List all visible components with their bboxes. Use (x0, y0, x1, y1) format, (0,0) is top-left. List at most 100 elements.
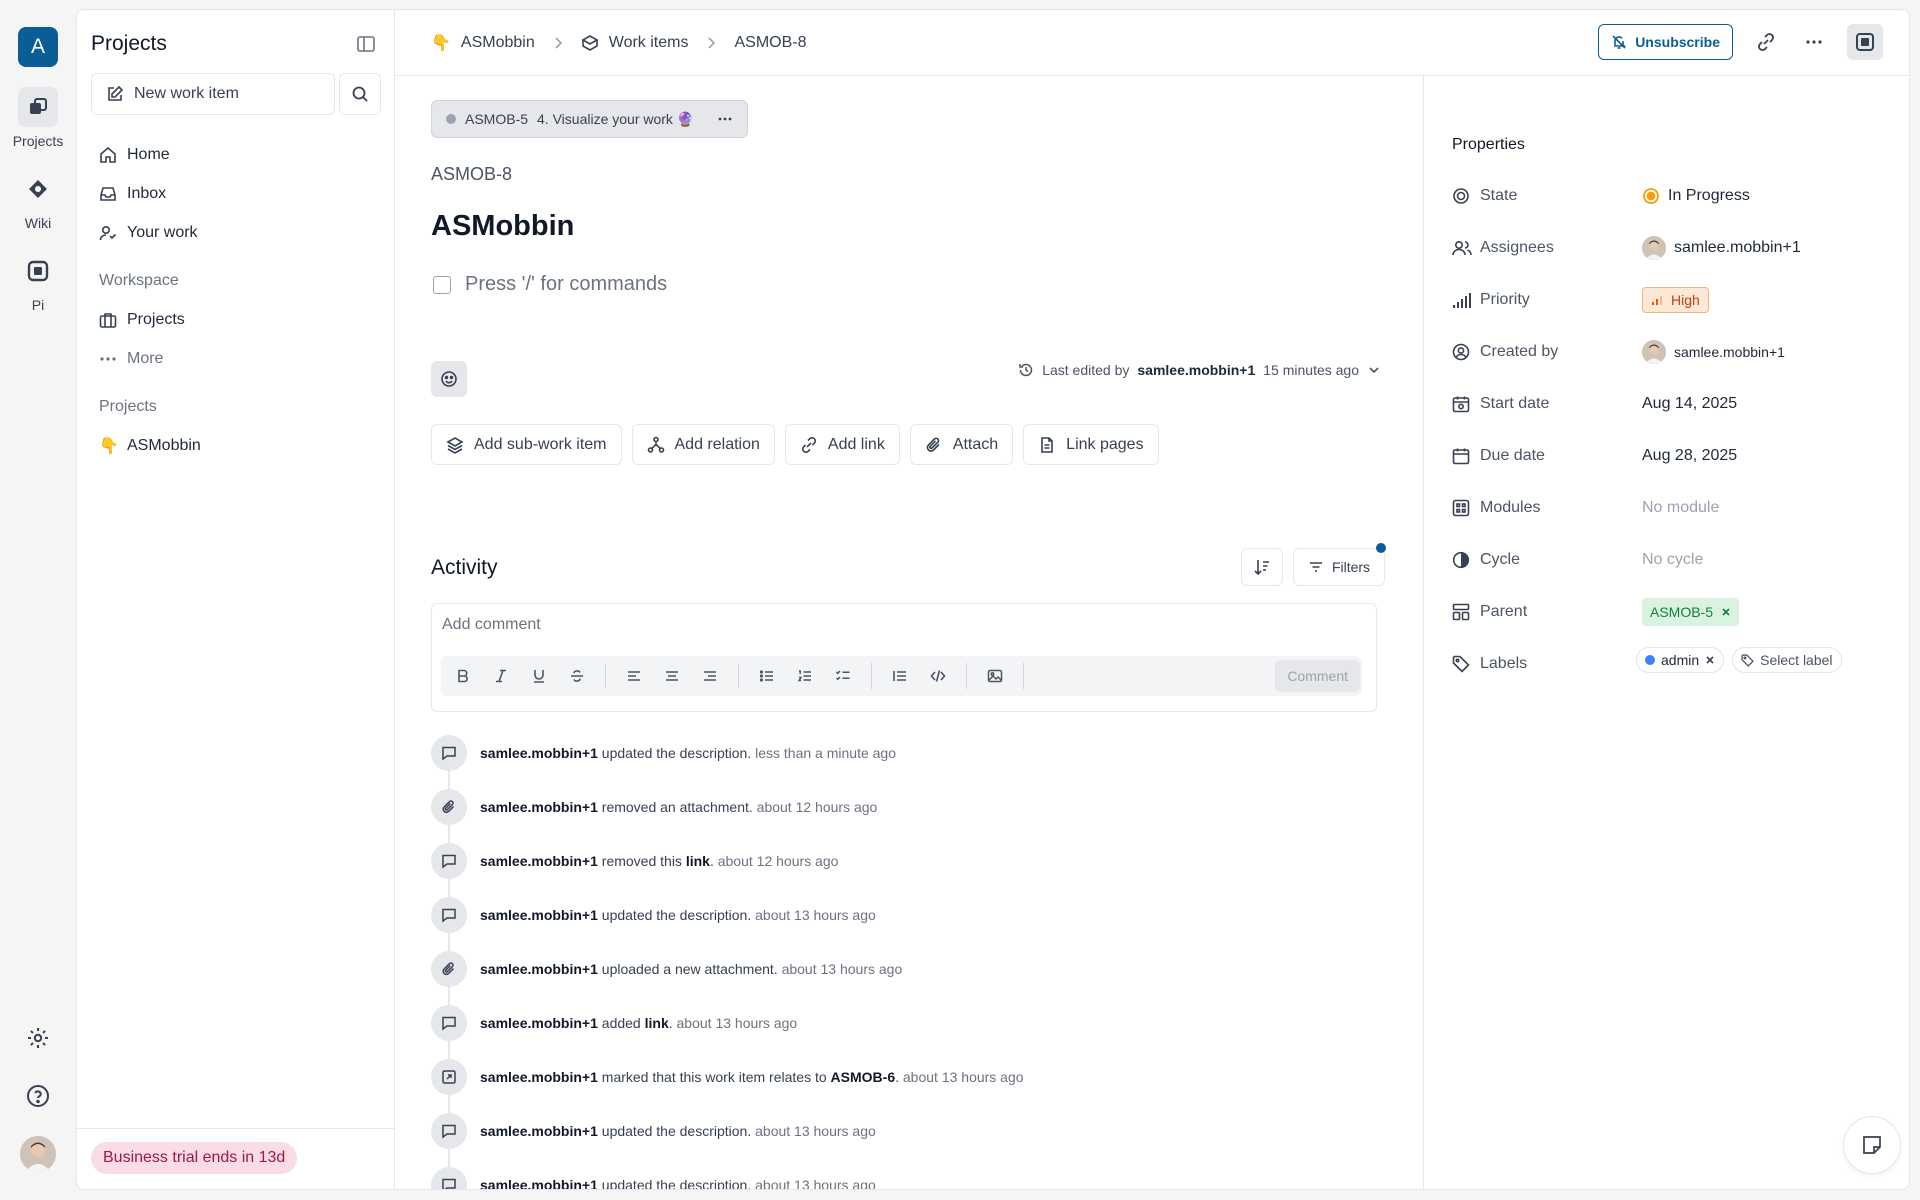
numbered-list-icon[interactable] (795, 666, 815, 686)
copy-link-icon[interactable] (1751, 27, 1781, 57)
help-icon[interactable] (20, 1078, 56, 1114)
comment-icon (431, 735, 467, 771)
activity-user[interactable]: samlee.mobbin+1 (480, 799, 598, 815)
comment-editor[interactable]: Add comment Comment (431, 603, 1377, 712)
sidebar-item-home[interactable]: Home (99, 135, 379, 174)
project-emoji: 👇 (99, 437, 119, 455)
sort-order-button[interactable] (1241, 548, 1283, 586)
parent-label: Parent (1480, 603, 1528, 620)
sidebar-item-inbox[interactable]: Inbox (99, 174, 379, 213)
projects-icon (18, 87, 58, 127)
code-icon[interactable] (928, 666, 948, 686)
sidebar-search-button[interactable] (339, 73, 381, 115)
work-item-title[interactable]: ASMobbin (431, 210, 574, 243)
close-icon[interactable] (1721, 607, 1731, 617)
unsubscribe-button[interactable]: Unsubscribe (1598, 24, 1733, 60)
sidebar-item-your-work[interactable]: Your work (99, 213, 379, 252)
rail-item-label: Wiki (24, 215, 52, 231)
image-icon[interactable] (985, 666, 1005, 686)
description-editor[interactable]: Press '/' for commands (433, 273, 667, 296)
label-chip-admin[interactable]: admin (1636, 647, 1725, 673)
top-bar-actions: Unsubscribe (1598, 24, 1883, 60)
filters-active-dot (1376, 543, 1386, 553)
filter-icon (1308, 559, 1324, 575)
rail-item-wiki[interactable]: Wiki (8, 169, 68, 231)
activity-user[interactable]: samlee.mobbin+1 (480, 907, 598, 923)
cycle-dropdown[interactable]: No cycle (1642, 551, 1703, 569)
underline-icon[interactable] (529, 666, 549, 686)
new-work-item-button[interactable]: New work item (91, 73, 335, 115)
add-reaction-button[interactable] (431, 361, 467, 397)
close-icon[interactable] (1705, 655, 1715, 665)
activity-user[interactable]: samlee.mobbin+1 (480, 1069, 598, 1085)
filters-button[interactable]: Filters (1293, 543, 1386, 586)
link-pages-button[interactable]: Link pages (1023, 424, 1159, 465)
align-right-icon[interactable] (700, 666, 720, 686)
activity-user[interactable]: samlee.mobbin+1 (480, 1177, 598, 1189)
property-created-by: Created by samlee.mobbin+1 (1452, 332, 1892, 372)
chevron-right-icon (553, 36, 563, 50)
parent-tag[interactable]: ASMOB-5 (1642, 598, 1740, 626)
workspace-avatar[interactable]: A (18, 27, 58, 67)
activity-timeline: samlee.mobbin+1 updated the description.… (431, 726, 1377, 1190)
activity-action: updated the description. (601, 1177, 752, 1190)
parent-work-item-chip[interactable]: ASMOB-5 4. Visualize your work 🔮 (431, 100, 749, 138)
toolbar-group-block (890, 663, 967, 689)
activity-tail: . (895, 1069, 899, 1085)
bold-icon[interactable] (453, 666, 473, 686)
select-label-button[interactable]: Select label (1732, 647, 1842, 673)
calendar-clock-icon (1452, 395, 1472, 413)
sidebar-item-more[interactable]: More (99, 339, 379, 378)
align-center-icon[interactable] (662, 666, 682, 686)
last-edited-info[interactable]: Last edited by samlee.mobbin+1 15 minute… (1018, 362, 1381, 378)
activity-ref[interactable]: link (645, 1015, 669, 1031)
more-options-icon[interactable] (1799, 27, 1829, 57)
activity-action: updated the description. (601, 1123, 752, 1139)
assignees-dropdown[interactable]: samlee.mobbin+1 (1642, 236, 1801, 260)
activity-text: samlee.mobbin+1 updated the description.… (480, 1123, 876, 1139)
activity-user[interactable]: samlee.mobbin+1 (480, 961, 598, 977)
toggle-panel-icon[interactable] (1847, 24, 1883, 60)
sticky-note-button[interactable] (1843, 1116, 1901, 1174)
activity-ref[interactable]: ASMOB-6 (831, 1069, 896, 1085)
rail-item-projects[interactable]: Projects (8, 87, 68, 149)
activity-ref[interactable]: link (686, 853, 710, 869)
sidebar-item-project-asmobbin[interactable]: 👇 ASMobbin (99, 426, 379, 465)
italic-icon[interactable] (491, 666, 511, 686)
add-sub-work-item-button[interactable]: Add sub-work item (431, 424, 622, 465)
projects-sidebar: Projects New work item Home Inbox Your w (77, 10, 395, 1189)
add-relation-button[interactable]: Add relation (631, 424, 775, 465)
settings-icon[interactable] (20, 1020, 56, 1056)
state-dropdown[interactable]: In Progress (1642, 187, 1750, 205)
breadcrumb-project[interactable]: 👇 ASMobbin (431, 33, 535, 53)
strikethrough-icon[interactable] (567, 666, 587, 686)
bullet-list-icon[interactable] (757, 666, 777, 686)
property-start-date: Start date Aug 14, 2025 (1452, 384, 1892, 424)
sidebar-item-workspace-projects[interactable]: Projects (99, 300, 379, 339)
user-avatar[interactable] (20, 1136, 56, 1172)
more-dots-icon (99, 350, 117, 368)
modules-dropdown[interactable]: No module (1642, 499, 1719, 517)
checklist-icon[interactable] (833, 666, 853, 686)
signal-bars-icon (1452, 291, 1472, 309)
activity-user[interactable]: samlee.mobbin+1 (480, 1015, 598, 1031)
activity-user[interactable]: samlee.mobbin+1 (480, 745, 598, 761)
trial-badge[interactable]: Business trial ends in 13d (91, 1142, 298, 1174)
quote-icon[interactable] (890, 666, 910, 686)
add-link-button[interactable]: Add link (784, 424, 900, 465)
breadcrumb-work-items[interactable]: Work items (581, 34, 688, 52)
due-date-picker[interactable]: Aug 28, 2025 (1642, 447, 1737, 465)
rail-item-pi[interactable]: Pi (8, 251, 68, 313)
sidebar-toggle-icon[interactable] (356, 34, 376, 54)
more-options-icon[interactable] (717, 111, 733, 127)
align-left-icon[interactable] (624, 666, 644, 686)
activity-user[interactable]: samlee.mobbin+1 (480, 853, 598, 869)
activity-text: samlee.mobbin+1 uploaded a new attachmen… (480, 961, 902, 977)
priority-dropdown[interactable]: High (1642, 287, 1709, 313)
last-edited-prefix: Last edited by (1042, 362, 1130, 378)
activity-user[interactable]: samlee.mobbin+1 (480, 1123, 598, 1139)
attach-button[interactable]: Attach (909, 424, 1014, 465)
breadcrumb-item[interactable]: ASMOB-8 (734, 34, 806, 52)
comment-submit-button[interactable]: Comment (1275, 660, 1360, 692)
start-date-picker[interactable]: Aug 14, 2025 (1642, 395, 1737, 413)
